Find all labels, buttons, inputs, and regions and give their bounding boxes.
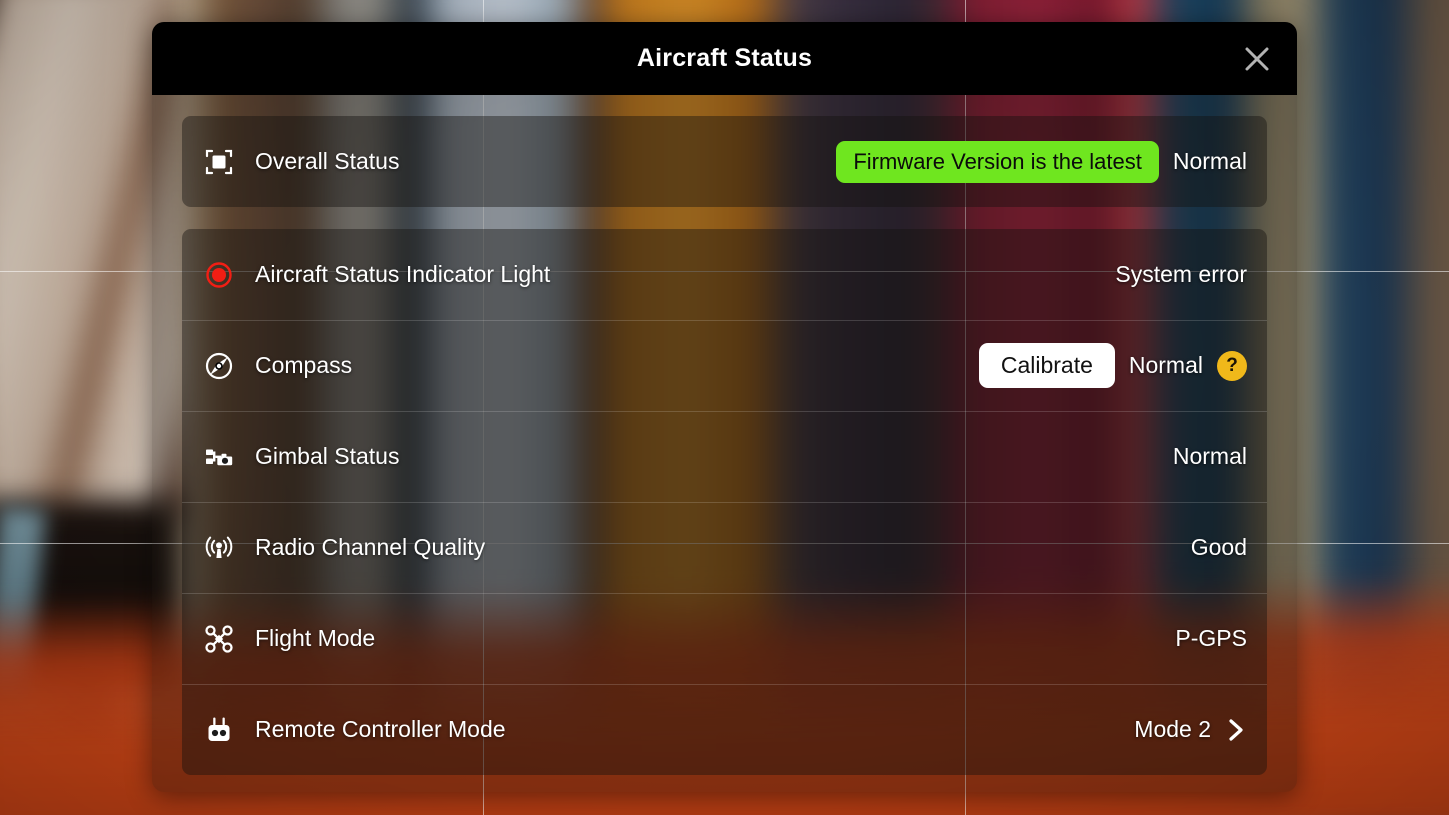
row-right-group: Normal [1173,443,1247,470]
dialog-body: Overall Status Firmware Version is the l… [152,95,1297,784]
indicator-light-icon [202,258,236,292]
row-right-group: Good [1191,534,1247,561]
compass-icon [202,349,236,383]
row-value: Good [1190,534,1247,560]
row-remote-controller-mode[interactable]: Remote Controller Mode Mode 2 [182,684,1267,775]
row-radio-channel-quality[interactable]: Radio Channel Quality Good [182,502,1267,593]
screen: Aircraft Status Overall Status Firmware … [0,0,1449,815]
row-value: System error [1115,261,1247,287]
row-value: Normal [1172,148,1247,174]
gimbal-icon [202,440,236,474]
overall-status-card: Overall Status Firmware Version is the l… [182,116,1267,207]
aircraft-status-dialog: Aircraft Status Overall Status Firmware … [152,22,1297,792]
row-aircraft-status-indicator-light[interactable]: Aircraft Status Indicator Light System e… [182,229,1267,320]
row-value: Normal [1172,443,1247,469]
row-label: Remote Controller Mode [255,716,506,742]
row-label: Aircraft Status Indicator Light [255,261,551,287]
row-label: Radio Channel Quality [255,534,486,560]
drone-icon [202,622,236,656]
row-right-group: Calibrate Normal ? [978,343,1247,388]
row-right-group: Firmware Version is the latest Normal [836,140,1247,183]
aircraft-status-icon [202,145,236,179]
help-icon[interactable]: ? [1217,350,1247,381]
row-overall-status[interactable]: Overall Status Firmware Version is the l… [182,116,1267,207]
close-icon[interactable] [1233,35,1281,83]
chevron-right-icon[interactable] [1225,716,1247,744]
row-right-group: System error [1115,261,1247,288]
row-gimbal-status[interactable]: Gimbal Status Normal [182,411,1267,502]
row-label: Gimbal Status [255,443,400,469]
row-label: Overall Status [255,148,400,174]
row-right-group: Mode 2 [1134,716,1247,744]
status-list-card: Aircraft Status Indicator Light System e… [182,229,1267,775]
radio-signal-icon [202,531,236,565]
row-compass[interactable]: Compass Calibrate Normal ? [182,320,1267,411]
row-label: Compass [255,352,353,378]
row-right-group: P-GPS [1175,625,1247,652]
row-value: Normal [1128,352,1203,378]
firmware-version-badge[interactable]: Firmware Version is the latest [836,140,1159,183]
dialog-titlebar: Aircraft Status [152,22,1297,95]
calibrate-button[interactable]: Calibrate [978,343,1115,388]
row-label: Flight Mode [255,625,376,651]
remote-controller-icon [202,713,236,747]
row-flight-mode[interactable]: Flight Mode P-GPS [182,593,1267,684]
page-title: Aircraft Status [636,44,813,72]
row-value: P-GPS [1175,625,1247,651]
row-value: Mode 2 [1134,716,1211,742]
